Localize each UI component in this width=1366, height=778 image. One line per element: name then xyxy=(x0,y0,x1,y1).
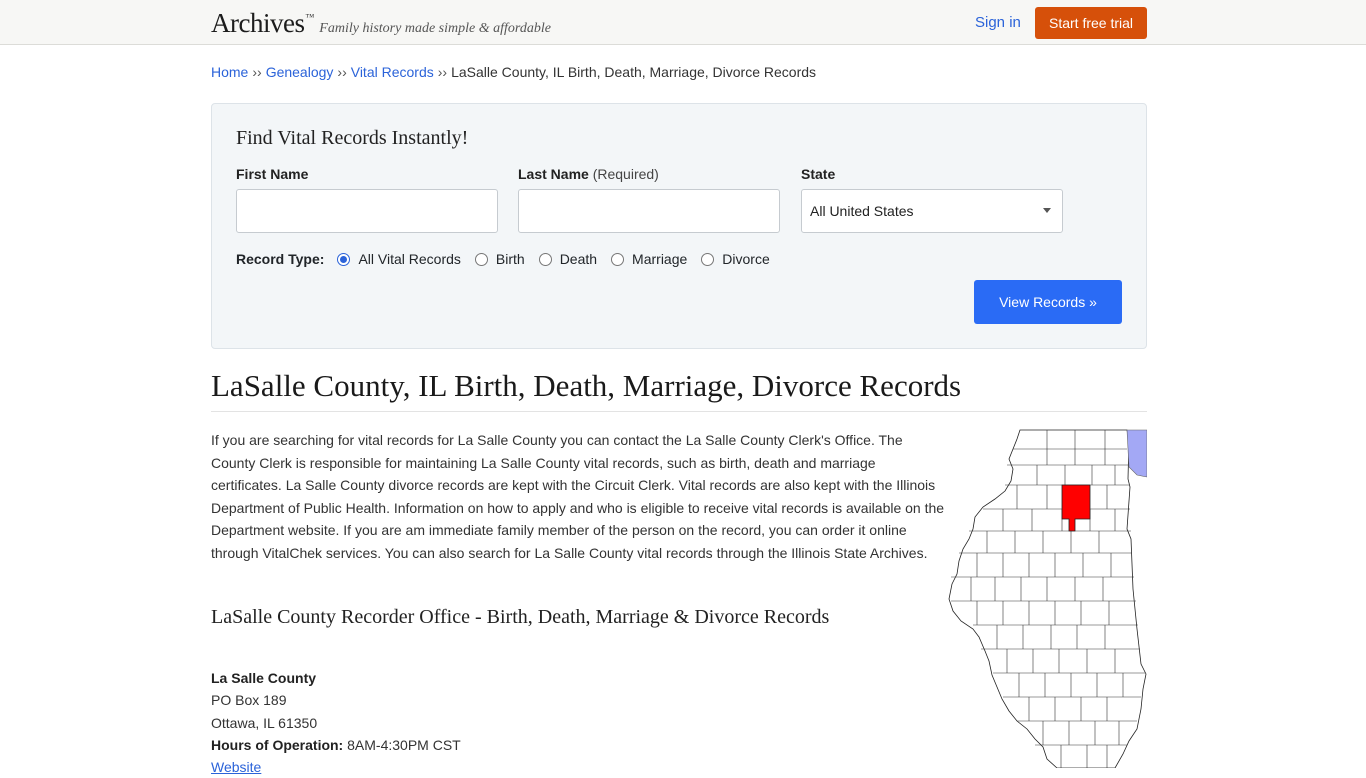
breadcrumb: Home ›› Genealogy ›› Vital Records ›› LaSalle … xyxy=(211,64,816,80)
start-free-trial-button[interactable]: Start free trial xyxy=(1035,7,1147,39)
illinois-county-map xyxy=(948,429,1147,768)
state-select-value: All United States xyxy=(810,203,914,219)
last-name-input[interactable] xyxy=(518,189,780,233)
breadcrumb-separator: ›› xyxy=(437,64,448,80)
radio-button[interactable] xyxy=(701,252,715,266)
breadcrumb-genealogy[interactable]: Genealogy xyxy=(266,64,334,80)
sign-in-link[interactable]: Sign in xyxy=(975,14,1021,31)
page-title: LaSalle County, IL Birth, Death, Marriag… xyxy=(211,368,962,403)
radio-label: Divorce xyxy=(722,251,770,267)
first-name-input[interactable] xyxy=(236,189,498,233)
website-link[interactable]: Website xyxy=(211,759,261,775)
radio-divorce[interactable]: Divorce xyxy=(701,251,770,267)
search-panel: Find Vital Records Instantly! First Name… xyxy=(211,103,1147,349)
state-label-text: State xyxy=(801,166,836,182)
first-name-label: First Name xyxy=(236,166,308,182)
radio-label: Birth xyxy=(495,251,525,267)
state-select[interactable]: All United States xyxy=(801,189,1063,233)
intro-paragraph: If you are searching for vital records f… xyxy=(211,432,945,561)
radio-button[interactable] xyxy=(474,252,488,266)
address-line-1: PO Box 189 xyxy=(211,692,287,709)
radio-marriage[interactable]: Marriage xyxy=(611,251,687,267)
breadcrumb-vital-records[interactable]: Vital Records xyxy=(351,64,434,80)
brand-name: Archives xyxy=(211,8,305,38)
last-name-label: Last Name (Required) xyxy=(518,166,659,182)
office-section-title: LaSalle County Recorder Office - Birth, … xyxy=(211,606,830,628)
required-marker: (Required) xyxy=(592,166,659,182)
office-name: La Salle County xyxy=(211,670,317,686)
radio-button[interactable] xyxy=(611,252,625,266)
record-type-label: Record Type: xyxy=(236,251,325,267)
hours-value: 8AM-4:30PM CST xyxy=(347,736,461,753)
office-address: La Salle County PO Box 189 Ottawa, IL 61… xyxy=(211,667,461,778)
radio-button-checked[interactable] xyxy=(337,252,351,266)
chevron-down-icon xyxy=(1043,208,1051,213)
radio-all-vital-records[interactable]: All Vital Records xyxy=(337,251,461,267)
address-line-2: Ottawa, IL 61350 xyxy=(211,714,318,731)
top-header: Archives ™ Family history made simple & … xyxy=(0,0,1366,45)
last-name-label-text: Last Name xyxy=(518,166,589,182)
title-divider xyxy=(211,411,1147,412)
breadcrumb-separator: ›› xyxy=(252,64,262,80)
lake-michigan xyxy=(1126,429,1147,478)
breadcrumb-home[interactable]: Home xyxy=(211,64,248,80)
breadcrumb-separator: ›› xyxy=(337,64,347,80)
breadcrumb-current: LaSalle County, IL Birth, Death, Marriag… xyxy=(451,64,817,80)
brand-trademark: ™ xyxy=(305,12,315,22)
hours-row: Hours of Operation: 8AM-4:30PM CST xyxy=(211,734,461,756)
radio-label: All Vital Records xyxy=(358,251,461,267)
radio-button[interactable] xyxy=(538,252,552,266)
view-records-button[interactable]: View Records » xyxy=(974,280,1122,324)
radio-label: Death xyxy=(559,251,598,267)
search-panel-title: Find Vital Records Instantly! xyxy=(236,127,469,149)
first-name-label-text: First Name xyxy=(236,166,309,182)
radio-death[interactable]: Death xyxy=(538,251,598,267)
radio-birth[interactable]: Birth xyxy=(474,251,525,267)
brand-tagline: Family history made simple & affordable xyxy=(319,21,551,36)
brand-logo[interactable]: Archives ™ Family history made simple & … xyxy=(211,8,551,39)
hours-label: Hours of Operation: xyxy=(211,736,344,753)
radio-label: Marriage xyxy=(632,251,688,267)
record-type-row: Record Type: All Vital Records Birth Dea… xyxy=(236,249,784,269)
state-outline xyxy=(948,429,1147,768)
state-label: State xyxy=(801,166,835,182)
